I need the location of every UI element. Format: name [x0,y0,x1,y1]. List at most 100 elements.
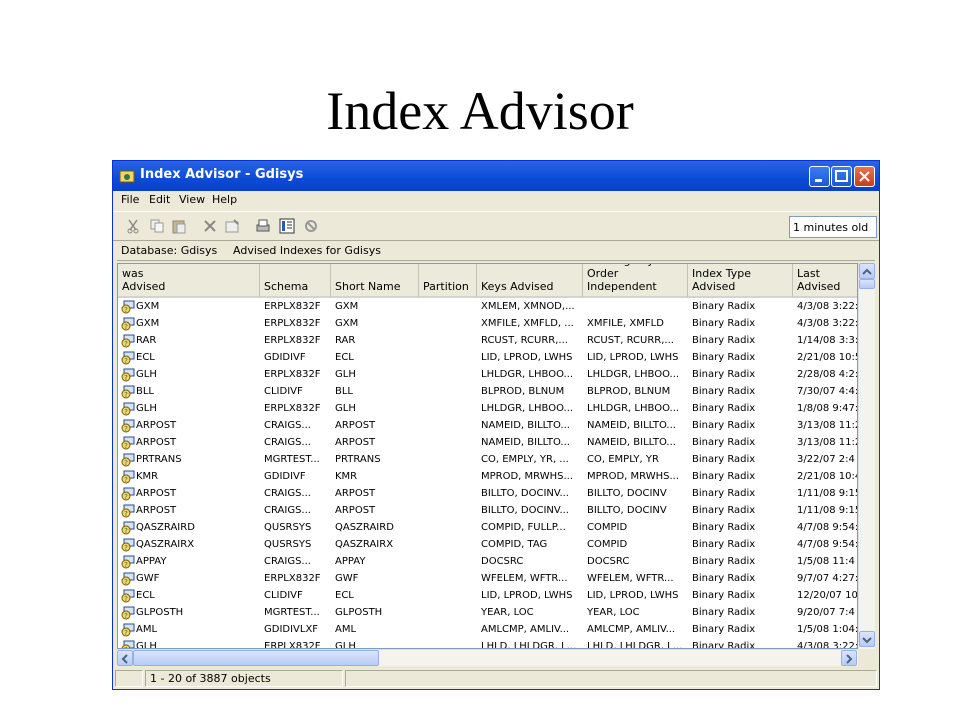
cell-leading-keys [587,299,687,315]
column-header-table[interactable]: Table for Which Index was Advised [118,264,260,298]
delete-icon[interactable] [202,218,218,234]
cell-leading-keys: WFELEM, WFTR... [587,573,674,584]
svg-text:?: ? [124,425,128,433]
cell-short-name: GLH [335,641,356,649]
table-row[interactable]: ? GLPOSTH MGRTEST... GLPOSTH YEAR, LOC YEAR, … [118,605,857,622]
table-row[interactable]: ? GXM ERPLX832F GXM XMFILE, XMFLD, ... XMFILE… [118,316,857,333]
cell-keys-advised: LHLD, LHLDGR, L... [481,641,577,649]
cell-index-type: Binary Radix [692,403,756,414]
cell-short-name: GLPOSTH [335,607,383,618]
column-header-leading-keys[interactable]: Leading Keys Order Independent [583,264,688,298]
svg-text:?: ? [124,357,128,365]
table-row[interactable]: ? RAR ERPLX832F RAR RCUST, RCURR,... RCUST, R… [118,333,857,350]
status-panel-extra [345,670,877,687]
advised-index-icon: ? [121,419,135,433]
cell-partition [423,401,475,417]
cell-keys-advised: MPROD, MRWHS... [481,471,573,482]
table-row[interactable]: ?GLHERPLX832FGLHLHLD, LHLDGR, L...LHLD, … [118,639,857,649]
table-row[interactable]: ? QASZRAIRD QUSRSYS QASZRAIRD COMPID, FULLP.… [118,520,857,537]
cell-partition [423,384,475,400]
advised-index-icon: ? [121,470,135,484]
table-row[interactable]: ? GXM ERPLX832F GXM XMLEM, XMNOD,... Binary R… [118,299,857,316]
age-field[interactable]: 1 minutes old [789,216,877,238]
column-header-last-advised[interactable]: Last Advised [793,264,857,298]
table-row[interactable]: ? GLH ERPLX832F GLH LHLDGR, LHBOO... LHLDGR, … [118,401,857,418]
horizontal-scrollbar[interactable] [117,649,858,666]
cell-schema: MGRTEST... [264,454,320,465]
menu-view[interactable]: View [179,193,205,206]
table-row[interactable]: ? PRTRANS MGRTEST... PRTRANS CO, EMPLY, YR, … [118,452,857,469]
cell-index-type: Binary Radix [692,488,756,499]
table-row[interactable]: ? ARPOST CRAIGS... ARPOST NAMEID, BILLTO... N… [118,435,857,452]
minimize-button[interactable] [809,166,830,187]
menu-edit[interactable]: Edit [149,193,170,206]
table-row[interactable]: ? ARPOST CRAIGS... ARPOST NAMEID, BILLTO... N… [118,418,857,435]
svg-text:?: ? [124,340,128,348]
stop-icon[interactable] [303,218,319,234]
horizontal-scroll-thumb[interactable] [133,650,379,666]
table-row[interactable]: ? ARPOST CRAIGS... ARPOST BILLTO, DOCINV... B… [118,486,857,503]
title-bar[interactable]: Index Advisor - Gdisys [113,161,879,191]
scroll-thumb[interactable] [859,279,875,289]
cell-index-type: Binary Radix [692,522,756,533]
table-row[interactable]: ? QASZRAIRX QUSRSYS QASZRAIRX COMPID, TAG COM… [118,537,857,554]
status-count: 1 - 20 of 3887 objects [145,670,343,687]
paste-icon[interactable] [171,218,187,234]
cell-schema: GDIDIVF [264,352,306,363]
table-row[interactable]: ? KMR GDIDIVF KMR MPROD, MRWHS... MPROD, MRWH… [118,469,857,486]
column-header-index-type[interactable]: Index Type Advised [688,264,793,298]
svg-text:?: ? [124,306,128,314]
vertical-scrollbar[interactable] [858,263,875,649]
close-icon [859,171,870,182]
cell-partition [423,452,475,468]
cell-partition [423,503,475,519]
print-icon[interactable] [255,218,271,234]
cell-short-name: ECL [335,352,354,363]
advised-index-icon: ? [121,640,135,648]
copy-icon[interactable] [149,218,165,234]
cell-last-advised: 2/28/08 4:2: [797,369,858,380]
svg-text:?: ? [124,561,128,569]
cell-index-type: Binary Radix [692,539,756,550]
table-row[interactable]: ? APPAY CRAIGS... APPAY DOCSRC DOCSRC Binary R… [118,554,857,571]
scroll-down-button[interactable] [859,631,875,647]
menu-help[interactable]: Help [212,193,237,206]
menu-file[interactable]: File [121,193,139,206]
scroll-right-button[interactable] [841,650,857,666]
cell-leading-keys: LHLD, LHLDGR, L... [587,641,683,649]
close-button[interactable] [854,166,875,187]
scroll-left-button[interactable] [117,650,133,666]
column-header-keys-advised[interactable]: Keys Advised [477,264,583,298]
cell-schema: ERPLX832F [264,318,321,329]
table-row[interactable]: ? ARPOST CRAIGS... ARPOST BILLTO, DOCINV... B… [118,503,857,520]
svg-text:?: ? [124,442,128,450]
advise-icon[interactable] [279,218,295,234]
cell-schema: CRAIGS... [264,488,311,499]
cell-keys-advised: LID, LPROD, LWHS [481,590,573,601]
cell-keys-advised: BILLTO, DOCINV... [481,505,569,516]
table-row[interactable]: ? AML GDIDIVLXF AML AMLCMP, AMLIV... AMLCMP, … [118,622,857,639]
table-row[interactable]: ? GWF ERPLX832F GWF WFELEM, WFTR... WFELEM, W… [118,571,857,588]
cell-short-name: GLH [335,369,356,380]
table-row[interactable]: ? GLH ERPLX832F GLH LHLDGR, LHBOO... LHLDGR, … [118,367,858,384]
svg-text:?: ? [124,459,128,467]
maximize-button[interactable] [831,166,852,187]
cell-leading-keys: DOCSRC [587,556,630,567]
table-row[interactable]: ? ECL CLIDIVF ECL LID, LPROD, LWHS LID, LPROD… [118,588,857,605]
maximize-icon [835,170,848,182]
column-header-short-name[interactable]: Short Name [331,264,419,298]
table-row[interactable]: ? BLL CLIDIVF BLL BLPROD, BLNUM BLPROD, BLNUM… [118,384,857,401]
cut-icon[interactable] [125,218,141,234]
cell-index-type: Binary Radix [692,607,756,618]
table-row[interactable]: ? ECL GDIDIVF ECL LID, LPROD, LWHS LID, LPROD… [118,350,857,367]
svg-text:?: ? [124,612,128,620]
column-header-schema[interactable]: Schema [260,264,331,298]
advised-indexes-table: Table for Which Index was Advised Schema… [117,263,858,649]
cell-leading-keys: RCUST, RCURR,... [587,335,674,346]
chevron-up-icon [862,268,872,275]
scroll-up-button[interactable] [859,263,875,279]
advised-index-icon: ? [121,504,135,518]
properties-icon[interactable] [224,218,240,234]
column-header-partition[interactable]: Partition [419,264,477,298]
info-bar: Database: Gdisys Advised Indexes for Gdi… [117,242,875,261]
